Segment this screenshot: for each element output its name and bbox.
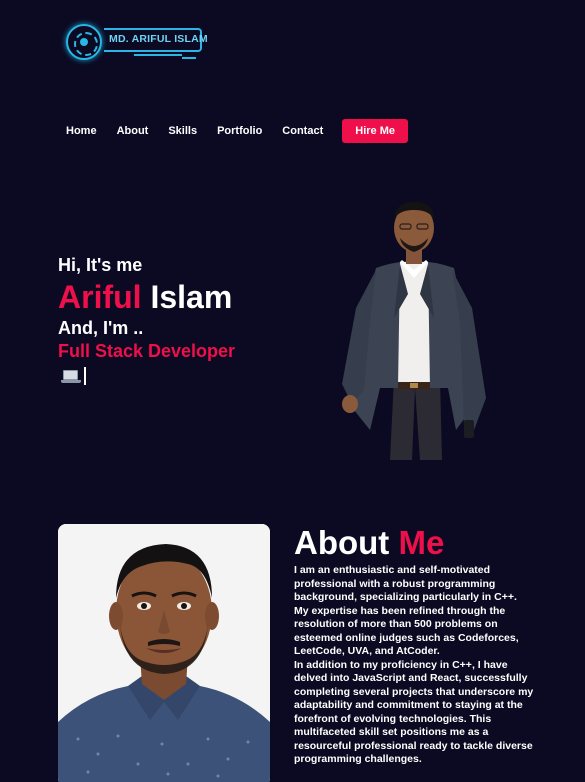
hire-me-button[interactable]: Hire Me — [342, 118, 408, 143]
logo-text: MD. ARIFUL ISLAM — [109, 33, 208, 45]
hero-last-name: Islam — [141, 279, 233, 315]
hero-profile-image — [342, 201, 486, 460]
about-title-main: About — [294, 524, 399, 561]
text-caret — [84, 367, 86, 385]
nav-home[interactable]: Home — [66, 125, 97, 137]
hero-and-text: And, I'm .. — [58, 318, 144, 338]
circuit-logo-icon — [66, 24, 102, 60]
hero-role: Full Stack Developer — [58, 341, 236, 361]
portfolio-page: MD. ARIFUL ISLAM Home About Skills Portf… — [0, 0, 585, 782]
nav-skills[interactable]: Skills — [168, 125, 197, 137]
about-title: About Me — [294, 524, 444, 562]
about-description: I am an enthusiastic and self-motivated … — [294, 564, 534, 767]
hero-first-name: Ariful — [58, 279, 142, 315]
typing-cursor — [61, 367, 86, 385]
about-profile-photo — [58, 524, 270, 782]
hero-greeting: Hi, It's me — [58, 255, 143, 275]
about-paragraph-2: In addition to my proficiency in C++, I … — [294, 658, 534, 766]
nav-about[interactable]: About — [117, 125, 149, 137]
about-title-accent: Me — [398, 524, 445, 561]
main-nav: Home About Skills Portfolio Contact Hire… — [66, 118, 428, 143]
about-paragraph-1: I am an enthusiastic and self-motivated … — [294, 564, 519, 657]
nav-contact[interactable]: Contact — [282, 125, 323, 137]
laptop-icon — [61, 369, 81, 383]
site-logo[interactable]: MD. ARIFUL ISLAM — [64, 22, 208, 62]
hero-name: Ariful Islam — [58, 279, 232, 316]
nav-portfolio[interactable]: Portfolio — [217, 125, 262, 137]
